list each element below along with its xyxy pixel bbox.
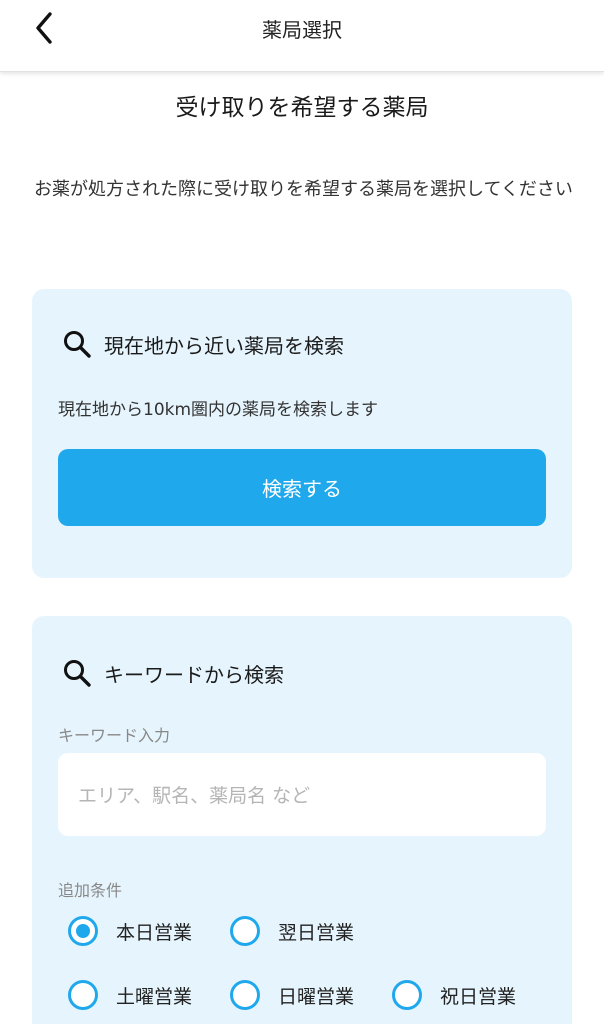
keyword-search-title: キーワードから検索 xyxy=(62,658,284,688)
keyword-input[interactable]: エリア、駅名、薬局名 など xyxy=(58,753,546,836)
page-description: お薬が処方された際に受け取りを希望する薬局を選択してください xyxy=(34,179,573,200)
nearby-search-title: 現在地から近い薬局を検索 xyxy=(62,329,344,359)
keyword-input-label: キーワード入力 xyxy=(58,726,171,745)
condition-open-tomorrow[interactable]: 翌日営業 xyxy=(230,916,354,946)
condition-label: 土曜営業 xyxy=(116,985,193,1008)
condition-open-holiday[interactable]: 祝日営業 xyxy=(392,980,516,1010)
condition-open-sunday[interactable]: 日曜営業 xyxy=(230,980,354,1010)
keyword-input-placeholder: エリア、駅名、薬局名 など xyxy=(78,785,311,807)
condition-open-saturday[interactable]: 土曜営業 xyxy=(68,980,192,1010)
nearby-search-description: 現在地から10km圏内の薬局を検索します xyxy=(58,400,379,420)
section-heading: 受け取りを希望する薬局 xyxy=(175,95,429,121)
navigation-bar: 薬局選択 xyxy=(0,0,604,72)
condition-label: 翌日営業 xyxy=(278,921,355,944)
radio-unselected-icon xyxy=(68,980,98,1010)
keyword-search-card: キーワードから検索 キーワード入力 エリア、駅名、薬局名 など 追加条件 本日営… xyxy=(32,616,572,1024)
additional-conditions-label: 追加条件 xyxy=(58,881,123,900)
radio-unselected-icon xyxy=(230,916,260,946)
search-button[interactable]: 検索する xyxy=(58,449,546,526)
keyword-search-title-label: キーワードから検索 xyxy=(104,662,284,687)
page-title: 薬局選択 xyxy=(262,18,342,42)
radio-unselected-icon xyxy=(392,980,422,1010)
search-icon xyxy=(64,331,91,358)
search-icon xyxy=(64,660,91,687)
radio-unselected-icon xyxy=(230,980,260,1010)
condition-label: 本日営業 xyxy=(116,921,193,944)
nearby-search-title-label: 現在地から近い薬局を検索 xyxy=(104,333,344,358)
condition-label: 祝日営業 xyxy=(440,985,517,1008)
nearby-search-card: 現在地から近い薬局を検索 現在地から10km圏内の薬局を検索します 検索する xyxy=(32,289,572,578)
condition-open-today[interactable]: 本日営業 xyxy=(68,916,192,946)
condition-label: 日曜営業 xyxy=(278,985,355,1008)
radio-selected-icon xyxy=(68,916,98,946)
